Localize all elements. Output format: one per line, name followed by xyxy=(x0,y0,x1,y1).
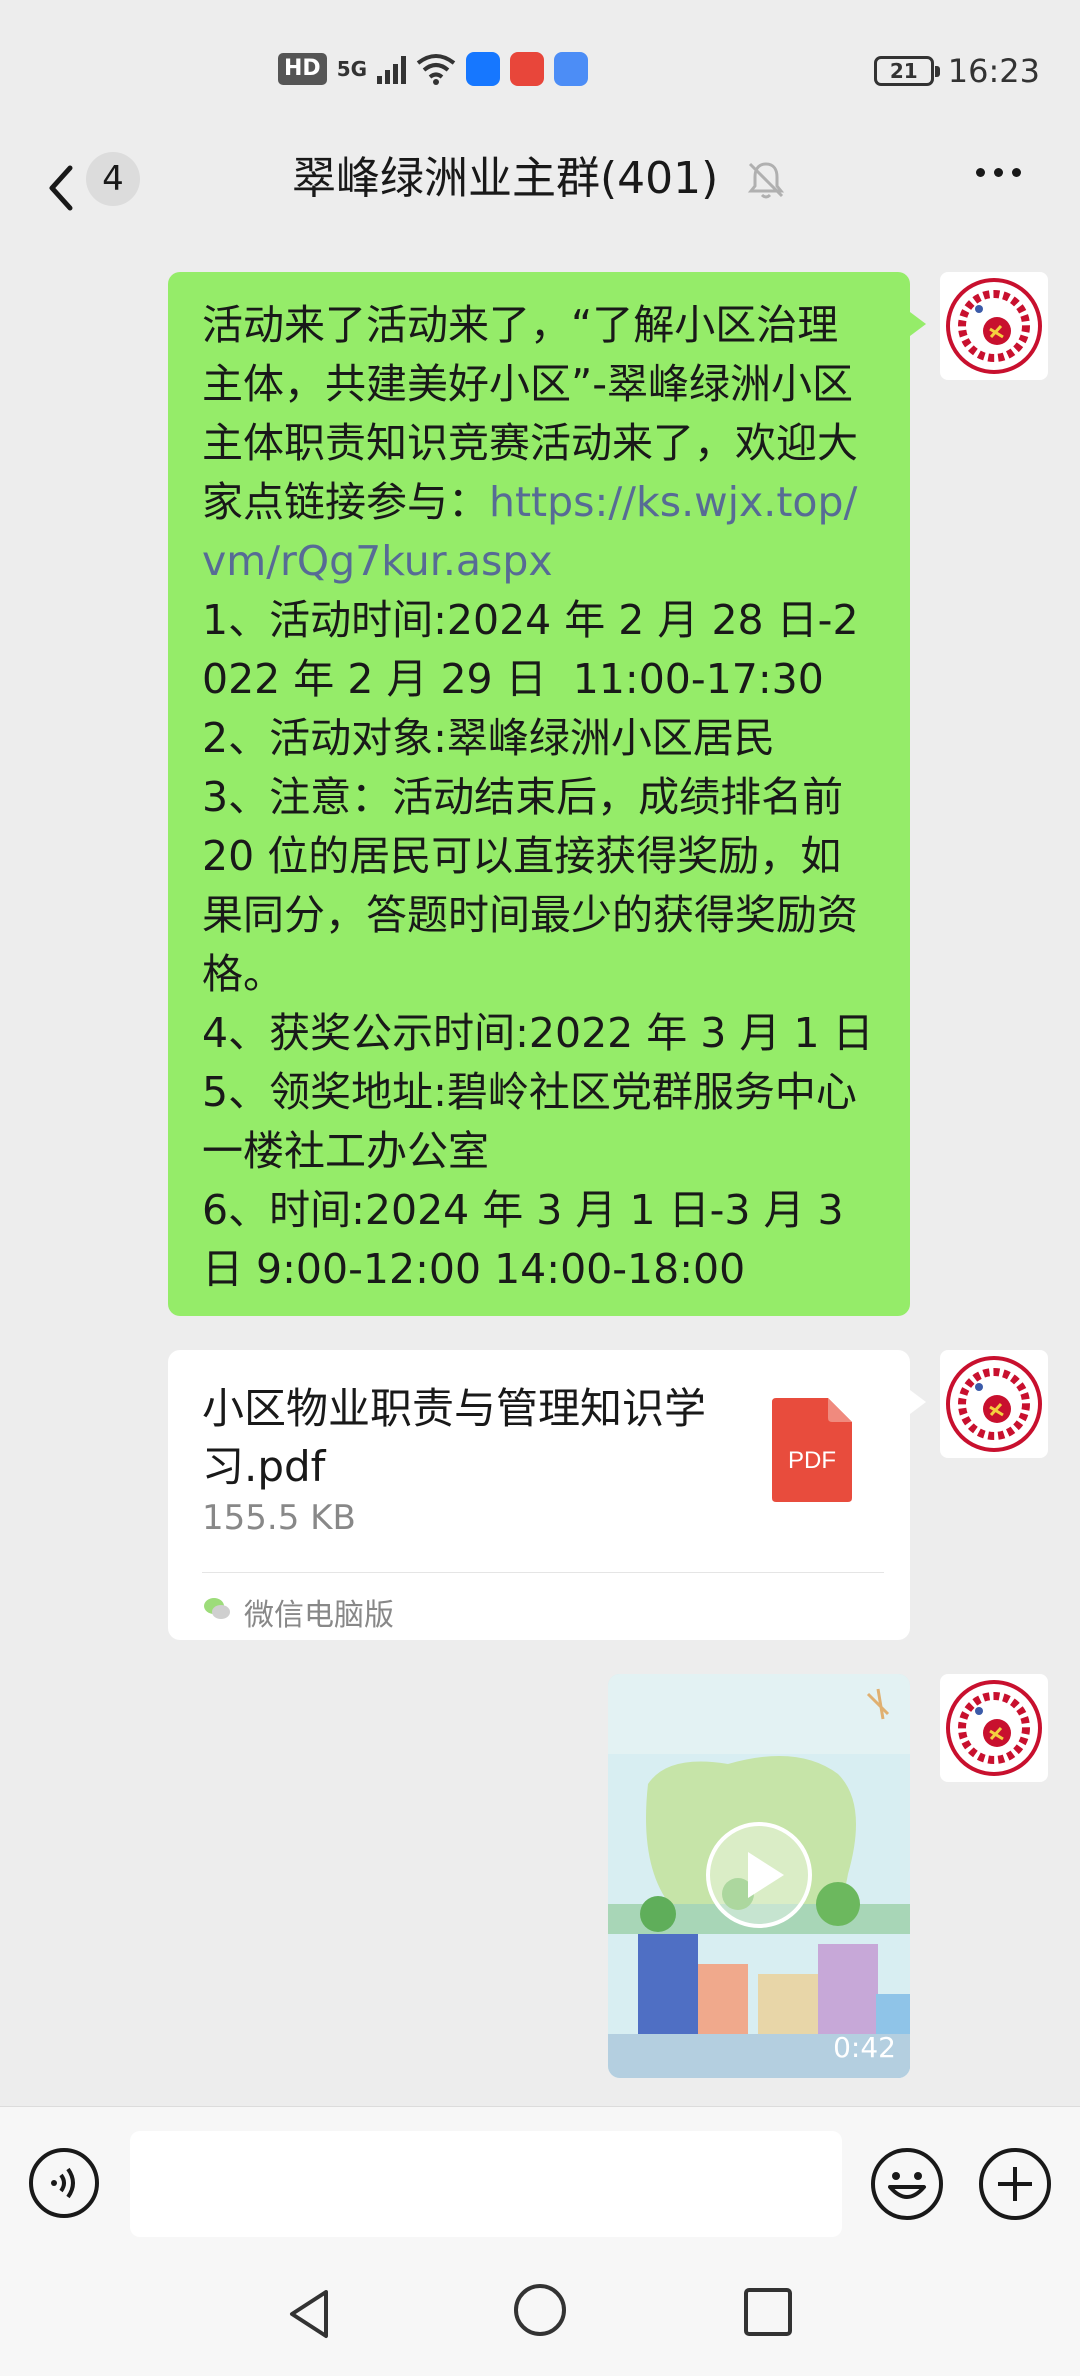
app-notification-icon xyxy=(510,52,545,86)
avatar[interactable] xyxy=(940,1674,1048,1782)
pdf-file-icon: PDF xyxy=(772,1398,852,1502)
message-input[interactable] xyxy=(130,2131,842,2237)
hd-indicator: HD xyxy=(278,53,327,85)
network-type: 5G xyxy=(336,57,368,81)
status-left-group: HD 5G xyxy=(278,52,589,86)
nav-recents-icon[interactable] xyxy=(742,2286,794,2338)
play-icon[interactable] xyxy=(706,1822,812,1928)
nav-home-icon[interactable] xyxy=(512,2282,568,2338)
community-logo-icon xyxy=(946,278,1042,374)
nav-back-icon[interactable] xyxy=(280,2284,340,2344)
more-icon[interactable] xyxy=(976,168,1021,177)
pdf-label: PDF xyxy=(788,1447,836,1474)
chat-title: 翠峰绿洲业主群(401) xyxy=(292,153,719,204)
unread-count-badge[interactable]: 4 xyxy=(86,152,140,206)
community-logo-icon xyxy=(946,1356,1042,1452)
divider xyxy=(202,1572,884,1573)
mute-bell-icon xyxy=(747,162,785,199)
status-time: 16:23 xyxy=(947,52,1040,90)
emoji-icon[interactable] xyxy=(870,2147,944,2221)
system-nav-bar xyxy=(0,2256,1080,2376)
wechat-icon xyxy=(204,1598,230,1619)
input-bar xyxy=(0,2106,1080,2256)
avatar[interactable] xyxy=(940,1350,1048,1458)
app-notification-icon xyxy=(554,52,589,86)
avatar[interactable] xyxy=(940,272,1048,380)
status-bar: HD 5G 21 16:23 xyxy=(0,0,1080,140)
file-source-label: 微信电脑版 xyxy=(244,1598,394,1633)
file-size: 155.5 KB xyxy=(202,1498,356,1538)
video-duration: 0:42 xyxy=(833,2031,896,2064)
status-right-group: 21 16:23 xyxy=(873,52,1040,90)
battery-icon: 21 xyxy=(873,56,940,86)
plus-icon[interactable] xyxy=(978,2147,1052,2221)
app-notification-icon xyxy=(466,52,501,86)
text-message-bubble[interactable]: 活动来了活动来了，“了解小区治理主体，共建美好小区”-翠峰绿洲小区主体职责知识竞… xyxy=(168,272,926,1316)
file-message-card[interactable]: 小区物业职责与管理知识学习.pdf 155.5 KB PDF 微信电脑版 xyxy=(168,1350,926,1640)
community-logo-icon xyxy=(946,1680,1042,1776)
signal-icon xyxy=(377,54,407,84)
message-text: 活动来了活动来了，“了解小区治理主体，共建美好小区”-翠峰绿洲小区主体职责知识竞… xyxy=(202,296,876,1299)
message-body: 1、活动时间:2024 年 2 月 28 日-2022 年 2 月 29 日 1… xyxy=(202,596,874,1293)
wifi-icon xyxy=(416,54,456,85)
video-message[interactable]: 0:42 xyxy=(608,1674,910,2078)
voice-icon[interactable] xyxy=(28,2147,100,2219)
file-name: 小区物业职责与管理知识学习.pdf xyxy=(202,1384,707,1491)
